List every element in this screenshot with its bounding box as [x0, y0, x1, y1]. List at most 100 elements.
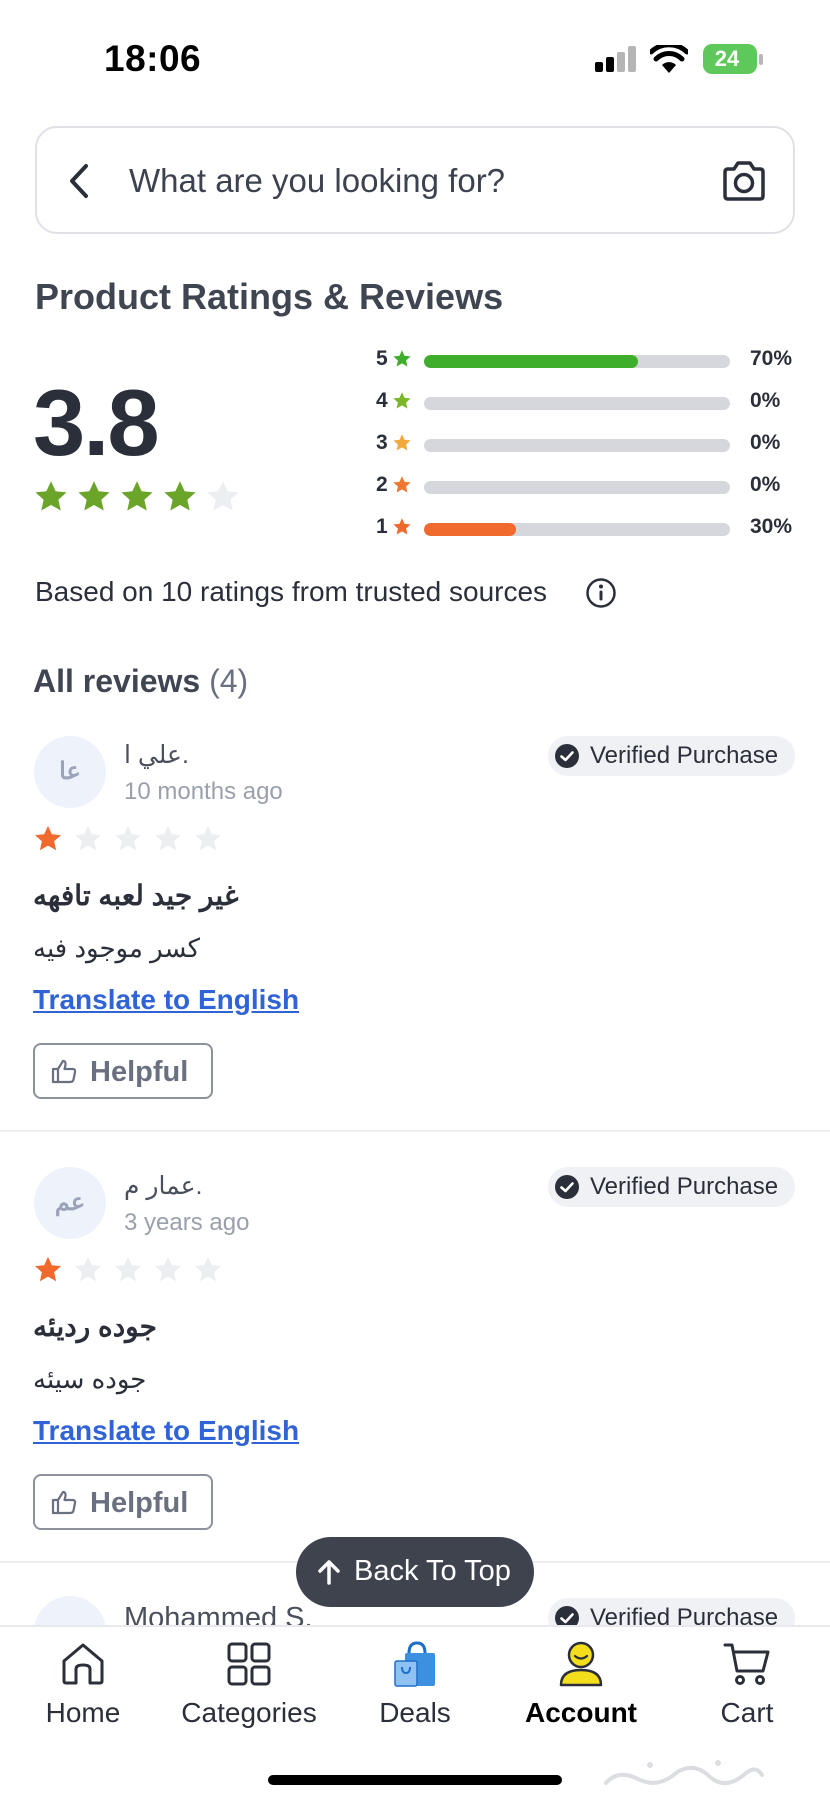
star-icon [393, 434, 411, 451]
helpful-button[interactable]: Helpful [33, 1474, 213, 1530]
star-empty-icon [115, 1256, 141, 1282]
star-icon [393, 476, 411, 493]
home-indicator [268, 1775, 562, 1785]
watermark-logo [604, 1760, 764, 1785]
verified-purchase-badge: Verified Purchase [548, 1167, 795, 1207]
nav-cart-label: Cart [720, 1697, 774, 1728]
shopping-bag-icon [394, 1641, 435, 1687]
distribution-percent: 0% [750, 431, 781, 454]
distribution-star-count: 3 [376, 431, 388, 454]
nav-home[interactable]: Home [0, 1627, 166, 1747]
nav-account[interactable]: Account [498, 1627, 664, 1747]
distribution-bar [424, 481, 730, 494]
star-empty-icon [75, 825, 101, 851]
wifi-icon [650, 45, 688, 73]
star-icon [393, 518, 411, 535]
star-filled-icon [164, 481, 196, 511]
rating-distribution-row: 3 0% [376, 429, 806, 459]
star-empty-icon [115, 825, 141, 851]
reviews-section-title: All reviews (4) [33, 663, 248, 700]
review-body: جوده سيئه [33, 1364, 147, 1394]
helpful-label: Helpful [90, 1487, 189, 1519]
battery-level: 24 [714, 46, 740, 71]
star-icon [393, 350, 411, 367]
star-empty-icon [75, 1256, 101, 1282]
star-empty-icon [195, 825, 221, 851]
back-arrow-icon[interactable] [67, 162, 91, 200]
distribution-percent: 30% [750, 515, 793, 538]
ratings-section-title: Product Ratings & Reviews [35, 276, 504, 317]
search-bar[interactable] [35, 126, 795, 234]
nav-account-label: Account [525, 1697, 637, 1728]
reviewer-name: عمار م. [124, 1172, 203, 1200]
thumbs-up-icon [51, 1059, 77, 1084]
review-date: 10 months ago [124, 778, 283, 805]
star-filled-icon [121, 481, 153, 511]
review-card: عا علي ا. 10 months ago Verified Purchase غي… [0, 736, 830, 1166]
reviews-count: (4) [209, 663, 249, 699]
bottom-navigation: Home Categories Deals Account Cart [0, 1625, 830, 1800]
average-rating-stars [33, 479, 241, 515]
distribution-bar [424, 355, 730, 368]
distribution-bar [424, 523, 730, 536]
distribution-star-count: 5 [376, 347, 388, 370]
star-filled-icon [78, 481, 110, 511]
check-circle-icon [555, 744, 579, 768]
star-empty-icon [155, 825, 181, 851]
status-time: 18:06 [104, 38, 202, 79]
review-rating-stars [33, 824, 223, 854]
review-divider [0, 1130, 830, 1132]
review-title: جوده رديئه [33, 1311, 157, 1342]
info-icon[interactable] [585, 577, 617, 609]
star-filled-icon [35, 1256, 61, 1282]
account-icon [559, 1641, 603, 1687]
ratings-summary-text: Based on 10 ratings from trusted sources [35, 576, 548, 607]
thumbs-up-icon [51, 1490, 77, 1515]
star-empty-icon [155, 1256, 181, 1282]
review-rating-stars [33, 1255, 223, 1285]
review-date: 3 years ago [124, 1209, 250, 1236]
reviewer-avatar: عا [34, 736, 106, 808]
arrow-up-icon [318, 1560, 340, 1585]
reviewer-name: علي ا. [124, 741, 189, 769]
distribution-bar-fill [424, 523, 516, 536]
nav-cart[interactable]: Cart [664, 1627, 830, 1747]
back-to-top-button[interactable]: Back To Top [296, 1537, 534, 1607]
distribution-bar [424, 397, 730, 410]
star-empty-icon [207, 481, 239, 511]
distribution-star-count: 1 [376, 515, 388, 538]
review-title: غير جيد لعبه تافهه [33, 880, 239, 911]
average-rating: 3.8 [33, 370, 160, 475]
distribution-bar [424, 439, 730, 452]
distribution-percent: 0% [750, 389, 781, 412]
rating-distribution-row: 5 70% [376, 345, 806, 375]
nav-deals[interactable]: Deals [332, 1627, 498, 1747]
nav-categories[interactable]: Categories [166, 1627, 332, 1747]
distribution-star-count: 2 [376, 473, 388, 496]
star-filled-icon [35, 825, 61, 851]
star-icon [393, 392, 411, 409]
distribution-star-count: 4 [376, 389, 388, 412]
translate-link[interactable]: Translate to English [33, 1415, 299, 1447]
rating-distribution-row: 4 0% [376, 387, 806, 417]
battery-cap [759, 54, 763, 65]
camera-icon[interactable] [721, 160, 767, 202]
helpful-label: Helpful [90, 1056, 189, 1088]
back-to-top-label: Back To Top [354, 1555, 511, 1587]
home-icon [62, 1643, 104, 1685]
star-empty-icon [195, 1256, 221, 1282]
distribution-percent: 70% [750, 347, 793, 370]
check-circle-icon [555, 1175, 579, 1199]
rating-distribution-row: 2 0% [376, 471, 806, 501]
reviewer-avatar: عم [34, 1167, 106, 1239]
verified-purchase-label: Verified Purchase [590, 1173, 779, 1200]
nav-categories-label: Categories [181, 1697, 317, 1728]
verified-purchase-label: Verified Purchase [590, 742, 779, 769]
reviews-title-text: All reviews [33, 663, 201, 699]
search-input[interactable] [129, 156, 689, 206]
signal-icon [595, 46, 636, 72]
helpful-button[interactable]: Helpful [33, 1043, 213, 1099]
distribution-percent: 0% [750, 473, 781, 496]
nav-home-label: Home [45, 1697, 121, 1728]
translate-link[interactable]: Translate to English [33, 984, 299, 1016]
